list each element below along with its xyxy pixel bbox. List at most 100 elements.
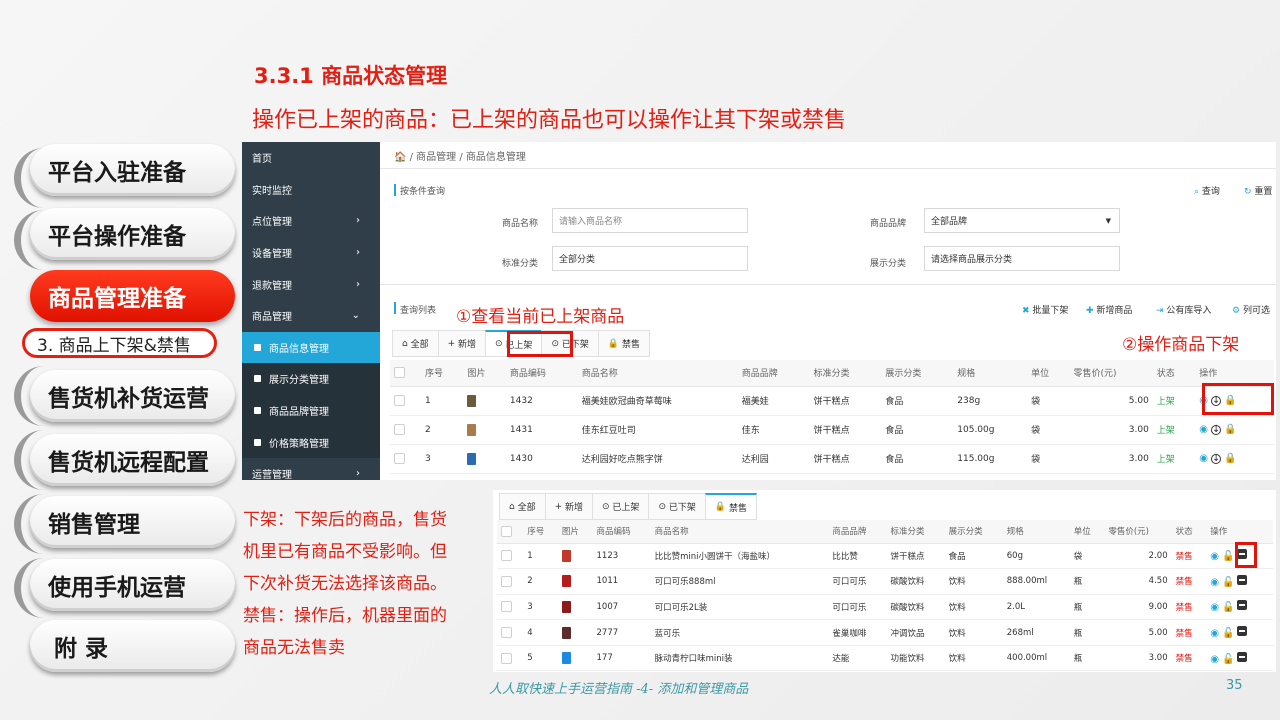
column-header[interactable]: 商品编码 [592,520,651,544]
minus-icon[interactable] [1237,651,1248,662]
nav-item-mobile[interactable]: 使用手机运营 [30,559,235,611]
tab-new[interactable]: + 新增 [437,330,486,357]
nav-subitem-listing[interactable]: 3. 商品上下架&禁售 [22,328,217,358]
admin-menu-item[interactable]: 实时监控 [242,174,380,206]
eye-icon[interactable]: ◉ [1210,551,1219,562]
column-header[interactable]: 规格 [953,360,1028,387]
table-row[interactable]: 1 1432 福美娃欧冠曲奇草莓味 福美娃 饼干糕点 食品 238g 袋 5.00 上架 ◉ ↓ 🔒 [390,386,1274,416]
select-all-checkbox[interactable] [497,520,524,544]
column-header[interactable]: 操作 [1206,520,1273,544]
column-header[interactable]: 序号 [523,520,558,544]
column-header[interactable]: 单位 [1069,520,1105,544]
table-row[interactable]: 2 1011 可口可乐888ml 可口可乐 碳酸饮料 饮料 888.00ml 瓶 4.50 禁售 ◉… [497,568,1273,595]
table-row[interactable]: 2 1431 佳东红豆吐司 佳东 饼干糕点 食品 105.00g 袋 3.00 上架 ◉ ↓ 🔒 [390,415,1274,445]
column-header[interactable]: 零售价(元) [1104,520,1172,544]
query-button[interactable]: ⌕ 查询 [1194,184,1220,197]
column-header[interactable]: 状态 [1152,360,1196,387]
column-header[interactable]: 商品名称 [650,520,829,544]
row-checkbox[interactable] [390,415,421,445]
admin-menu-item[interactable]: 展示分类管理 [242,363,380,395]
disp-select[interactable]: 请选择商品展示分类 [924,246,1120,271]
tab-all[interactable]: ⌂ 全部 [499,493,545,520]
column-header[interactable]: 商品编码 [505,360,578,387]
import-button[interactable]: ⇥ 公有库导入 [1156,303,1211,316]
unlock-icon[interactable]: 🔓 [1222,602,1234,613]
tab-listed[interactable]: ⊙ 已上架 [592,493,649,520]
admin-menu-item[interactable]: 首页 [242,142,380,174]
admin-menu-item[interactable]: 价格策略管理 [242,426,380,458]
column-header[interactable]: 商品品牌 [828,520,887,544]
reset-button[interactable]: ↻ 重置 [1244,184,1272,197]
row-checkbox[interactable] [497,645,524,672]
tab-new[interactable]: + 新增 [544,493,593,520]
nav-item-restock[interactable]: 售货机补货运营 [30,370,235,422]
nav-item-appendix[interactable]: 附 录 [30,620,235,672]
lock-icon[interactable]: 🔒 [1224,453,1236,464]
eye-icon[interactable]: ◉ [1210,654,1219,665]
column-header[interactable]: 状态 [1171,520,1207,544]
admin-menu-item[interactable]: 运营管理 › [242,458,380,480]
columns-button[interactable]: ⚙ 列可选 [1232,303,1270,316]
column-header[interactable]: 序号 [421,360,464,387]
lock-icon[interactable]: 🔒 [1224,424,1236,435]
std-select[interactable]: 全部分类 [552,246,748,271]
row-checkbox[interactable] [497,594,524,621]
table-row[interactable]: 3 1007 可口可乐2L装 可口可乐 碳酸饮料 饮料 2.0L 瓶 9.00 禁售 ◉ 🔓 [497,594,1273,621]
nav-item-platform-operation[interactable]: 平台操作准备 [30,208,235,260]
select-all-checkbox[interactable] [390,360,421,387]
column-header[interactable]: 规格 [1002,520,1070,544]
eye-icon[interactable]: ◉ [1199,424,1208,435]
row-checkbox[interactable] [390,444,421,474]
admin-menu-item[interactable]: 商品品牌管理 [242,394,380,427]
admin-menu-item[interactable]: 退款管理 › [242,268,380,300]
table-row[interactable]: 1 1123 比比赞mini小圆饼干（海盐味） 比比赞 饼干糕点 食品 60g 袋 2.00 禁售… [497,543,1273,570]
eye-icon[interactable]: ◉ [1210,577,1219,588]
row-checkbox[interactable] [497,568,524,595]
column-header[interactable]: 商品品牌 [737,360,810,387]
column-header[interactable]: 展示分类 [881,360,954,387]
download-circle-icon[interactable]: ↓ [1210,425,1221,435]
admin-menu-item[interactable]: 设备管理 › [242,237,380,269]
name-input[interactable]: 请输入商品名称 [552,208,748,233]
minus-icon[interactable] [1237,626,1248,637]
column-header[interactable]: 零售价(元) [1069,360,1153,387]
column-header[interactable]: 标准分类 [886,520,945,544]
column-header[interactable]: 图片 [463,360,506,387]
eye-icon[interactable]: ◉ [1199,453,1208,464]
minus-icon[interactable] [1237,574,1248,585]
column-header[interactable]: 标准分类 [809,360,882,387]
batch-offline-button[interactable]: ✖ 批量下架 [1022,303,1068,316]
unlock-icon[interactable]: 🔓 [1222,577,1234,588]
eye-icon[interactable]: ◉ [1210,628,1219,639]
unlock-icon[interactable]: 🔓 [1222,654,1234,665]
column-header[interactable]: 展示分类 [944,520,1003,544]
admin-menu-item[interactable]: 商品信息管理 [242,331,380,364]
admin-menu-item[interactable]: 商品管理 ⌄ [242,300,380,332]
unlock-icon[interactable]: 🔓 [1222,628,1234,639]
add-product-button[interactable]: ✚ 新增商品 [1086,303,1132,316]
column-header[interactable]: 商品名称 [577,360,738,387]
nav-item-remote-config[interactable]: 售货机远程配置 [30,434,235,486]
row-checkbox[interactable] [390,386,421,416]
nav-item-platform-onboarding[interactable]: 平台入驻准备 [30,144,235,196]
brand-select[interactable]: 全部品牌 ▼ [924,208,1120,233]
nav-item-sales[interactable]: 销售管理 [30,496,235,548]
download-circle-icon[interactable]: ↓ [1210,454,1221,464]
admin-sidebar: 首页 实时监控 点位管理 › 设备管理 › 退款管理 › 商品管理 ⌄ 商品信息管理 展示分类管理 商品… [242,142,380,480]
admin-menu-item[interactable]: 点位管理 › [242,205,380,237]
row-checkbox[interactable] [497,543,524,570]
table-row[interactable]: 5 177 脉动青柠口味mini装 达能 功能饮料 饮料 400.00ml 瓶 3.00 禁售 ◉ 🔓 [497,645,1273,672]
nav-item-product-management[interactable]: 商品管理准备 [30,270,235,322]
table-row[interactable]: 3 1430 达利园好吃点熊字饼 达利园 饼干糕点 食品 115.00g 袋 3.00 上架 ◉ ↓ 🔒 [390,444,1274,474]
unlock-icon[interactable]: 🔓 [1222,551,1234,562]
table-row[interactable]: 4 2777 蓝可乐 雀巢咖啡 冲调饮品 饮料 268ml 瓶 5.00 禁售 ◉ 🔓 [497,619,1273,646]
tab-banned[interactable]: 🔒 禁售 [704,493,757,520]
column-header[interactable]: 单位 [1027,360,1070,387]
row-checkbox[interactable] [497,619,524,646]
tab-unlisted[interactable]: ⊙ 已下架 [648,493,705,520]
tab-all[interactable]: ⌂ 全部 [392,330,438,357]
minus-icon[interactable] [1237,600,1248,611]
tab-banned[interactable]: 🔒 禁售 [597,330,650,357]
eye-icon[interactable]: ◉ [1210,602,1219,613]
column-header[interactable]: 图片 [557,520,593,544]
